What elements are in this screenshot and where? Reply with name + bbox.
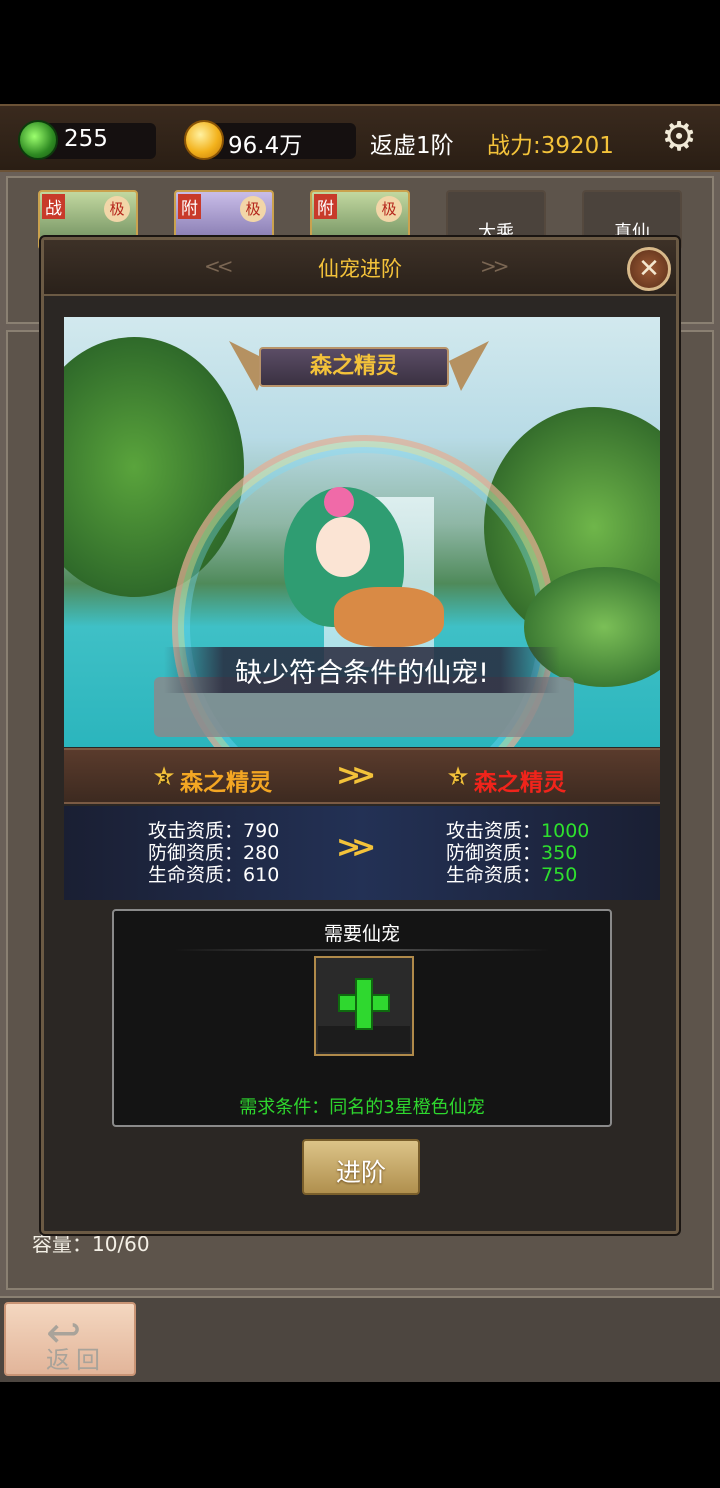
- requirement-title: 需要仙宠: [323, 923, 400, 945]
- advance-button[interactable]: 进阶: [302, 1139, 420, 1195]
- warning-message: 缺少符合条件的仙宠!: [235, 658, 489, 689]
- dialog-header: << 仙宠进阶 >> ✕: [44, 240, 676, 296]
- hero-tab-tag: 附: [178, 194, 201, 219]
- advance-arrow-icon: >>: [336, 758, 376, 793]
- pet-face: [316, 517, 370, 577]
- hero-tab-badge: 极: [104, 196, 130, 222]
- add-pet-slot[interactable]: [314, 956, 414, 1056]
- jade-icon: [18, 120, 58, 160]
- divider: [174, 949, 550, 951]
- close-button[interactable]: ✕: [627, 247, 671, 291]
- advance-button-label: 进阶: [335, 1158, 386, 1187]
- plus-icon: [338, 978, 390, 1030]
- close-icon: ✕: [638, 254, 660, 284]
- advance-names-row: ★ 3 森之精灵 >> ★ 3 森之精灵: [64, 748, 660, 804]
- current-pet-name: 森之精灵: [180, 770, 272, 796]
- back-button[interactable]: ↩ 返回: [4, 1302, 136, 1376]
- header-deco-right-icon: >>: [480, 254, 509, 278]
- top-status-bar: 255 96.4万 返虚1阶 战力:39201: [0, 104, 720, 172]
- back-label: 返回: [46, 1346, 106, 1374]
- star-badge-icon: ★ 3: [150, 763, 178, 791]
- jade-value: 255: [64, 126, 108, 152]
- pet-name-banner: 森之精灵: [259, 347, 449, 387]
- stat-hp-current: 生命资质：610: [148, 860, 279, 887]
- gold-value: 96.4万: [228, 133, 303, 159]
- combat-power: 战力:39201: [487, 133, 614, 159]
- advance-arrow-icon: >>: [336, 830, 376, 865]
- pet-name: 森之精灵: [309, 354, 398, 379]
- banner-wing-right-icon: [449, 341, 489, 391]
- pet-body: [334, 587, 444, 647]
- stat-value: 750: [541, 864, 578, 886]
- stat-value: 610: [243, 864, 280, 886]
- requirement-condition: 需求条件：同名的3星橙色仙宠: [239, 1097, 485, 1118]
- pet-scene: 森之精灵 缺少符合条件的仙宠!: [64, 317, 660, 747]
- next-pet-name: 森之精灵: [474, 770, 566, 796]
- star-count: 3: [159, 772, 169, 786]
- pet-flower: [324, 487, 354, 517]
- dialog-title: 仙宠进阶: [318, 257, 402, 281]
- stat-label: 生命资质：: [148, 864, 244, 886]
- stats-comparison: 攻击资质：790 防御资质：280 生命资质：610 >> 攻击资质：1000 …: [64, 806, 660, 900]
- realm-level: 返虚1阶: [370, 133, 454, 159]
- hero-tab-tag: 附: [314, 194, 337, 219]
- hero-tab-tag: 战: [42, 194, 65, 219]
- pet-advance-dialog: << 仙宠进阶 >> ✕ 森之精灵 缺少符合条件的仙宠! ★ 3 森之精灵 >> …: [41, 237, 679, 1234]
- gear-icon[interactable]: ⚙: [657, 115, 701, 159]
- pet-sprite: [264, 477, 464, 647]
- star-count: 3: [453, 772, 463, 786]
- stat-hp-next: 生命资质：750: [446, 860, 577, 887]
- hero-tab-badge: 极: [376, 196, 402, 222]
- requirement-box: 需要仙宠 需求条件：同名的3星橙色仙宠: [112, 909, 612, 1127]
- gold-coin-icon: [184, 120, 224, 160]
- stat-label: 生命资质：: [446, 864, 542, 886]
- plus-bar: [355, 978, 373, 1030]
- hero-tab-badge: 极: [240, 196, 266, 222]
- star-badge-icon: ★ 3: [444, 763, 472, 791]
